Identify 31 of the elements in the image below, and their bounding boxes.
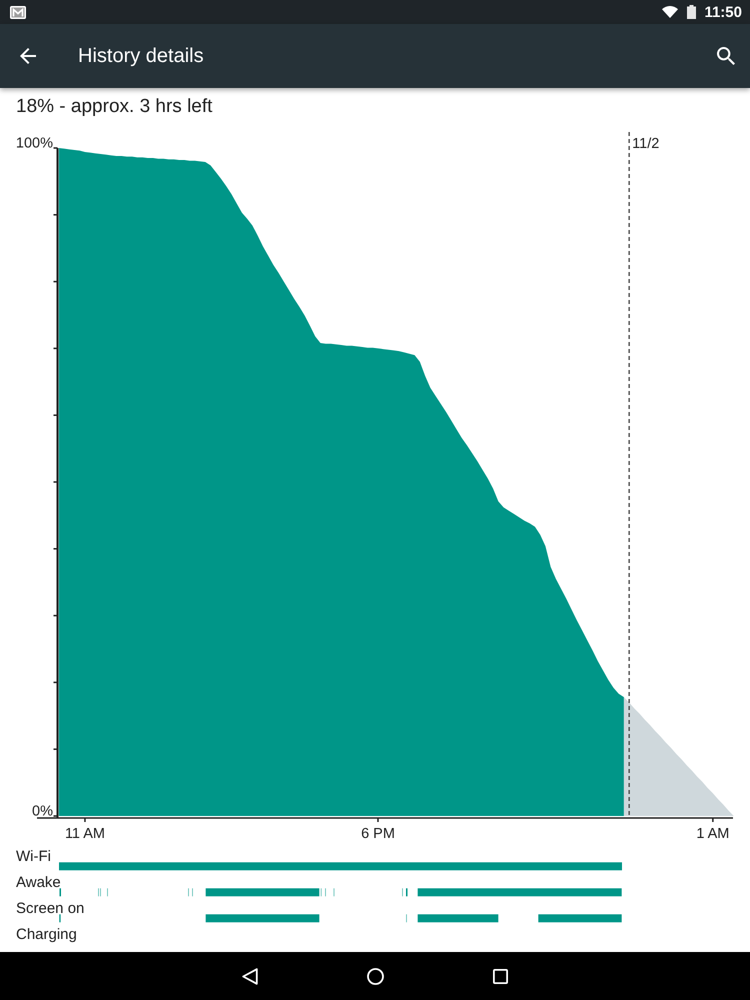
timeline-label: Wi-Fi (16, 851, 51, 862)
date-label: 11/2 (632, 136, 660, 152)
timeline-segment (60, 888, 61, 896)
wifi-icon (662, 6, 678, 18)
timeline-label: Awake (16, 877, 61, 888)
search-button[interactable] (714, 44, 738, 68)
timeline-segment (188, 888, 189, 896)
axis-label: 1 AM (696, 826, 730, 842)
arrow-left-icon (20, 48, 36, 64)
mail-icon (10, 6, 26, 18)
toolbar-title: History details (78, 46, 204, 66)
axis-label: 11 AM (64, 826, 105, 842)
triangle-back-icon (242, 968, 258, 984)
battery-summary: 18% - approx. 3 hrs left (16, 96, 212, 117)
timeline-segment (107, 888, 108, 896)
status-time: 11:50 (704, 4, 742, 20)
timeline-segment (402, 888, 403, 896)
timeline-segment (59, 914, 61, 922)
recents-square-icon (492, 968, 508, 984)
timeline-label: Screen on (16, 903, 84, 914)
axis-label: 6 PM (361, 826, 395, 842)
axis-label: 0% (32, 804, 53, 820)
home-circle-icon (366, 968, 384, 984)
battery-icon (687, 5, 696, 19)
timeline-segment (192, 888, 193, 896)
timeline-segment (406, 888, 408, 896)
search-icon (717, 47, 735, 65)
timeline-segment (406, 914, 407, 922)
axis-label: 100% (16, 136, 53, 152)
timeline-segment (325, 888, 326, 896)
timeline-label: Charging (16, 929, 77, 940)
